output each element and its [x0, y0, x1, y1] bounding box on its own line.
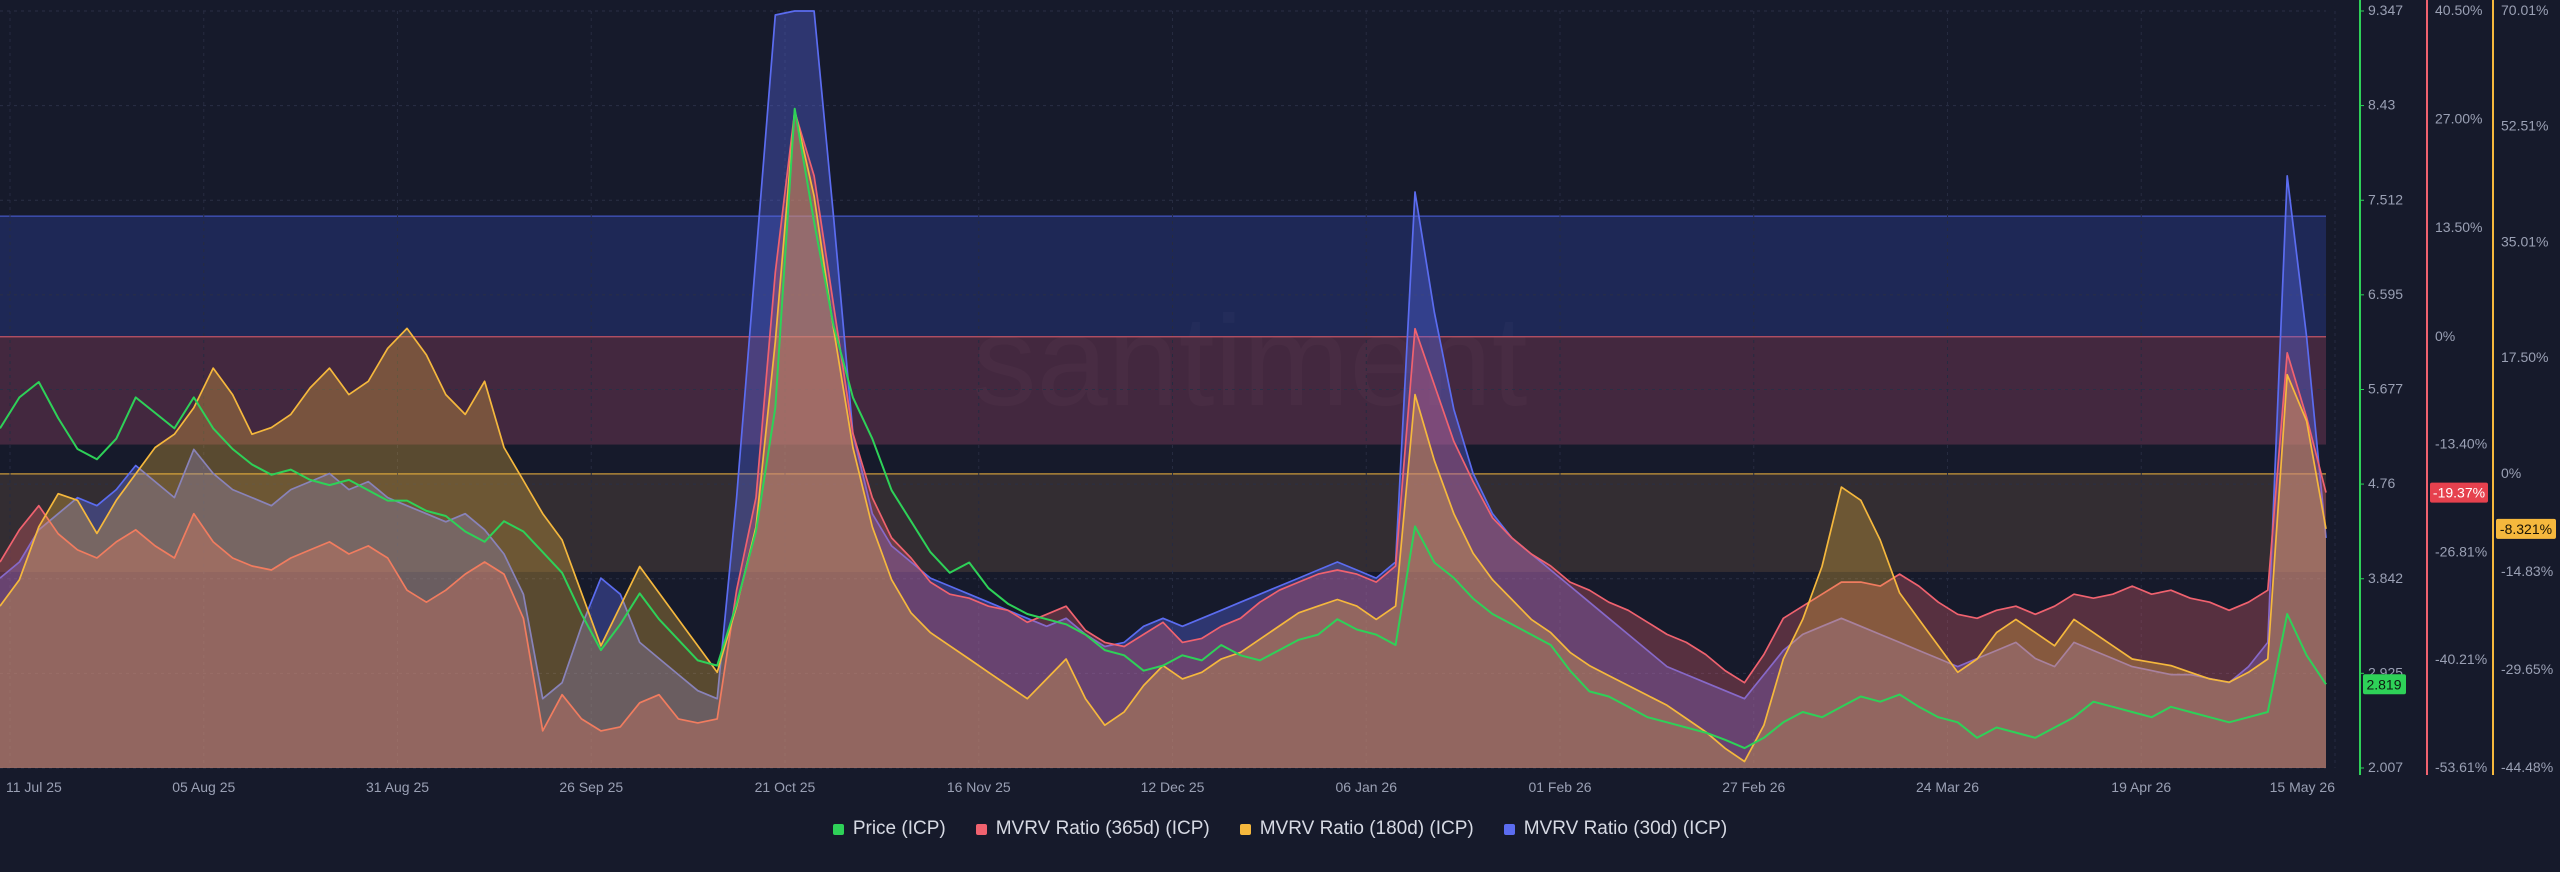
legend-item-mvrv-30d[interactable]: MVRV Ratio (30d) (ICP)	[1503, 818, 1728, 840]
chart-legend: Price (ICP) MVRV Ratio (365d) (ICP) MVRV…	[0, 818, 2560, 840]
x-tick-label: 15 May 26	[2270, 779, 2336, 795]
mvrv365-axis-label: -53.61%	[2435, 759, 2487, 775]
price-axis-label: 8.43	[2368, 97, 2395, 113]
legend-item-mvrv-180d[interactable]: MVRV Ratio (180d) (ICP)	[1239, 818, 1474, 840]
mvrv365-current-value: -19.37%	[2433, 485, 2485, 501]
price-axis-label: 6.595	[2368, 286, 2403, 302]
mvrv180-axis-label: -44.48%	[2501, 759, 2553, 775]
price-axis-label: 5.677	[2368, 381, 2403, 397]
mvrv180-axis-label: 35.01%	[2501, 233, 2548, 249]
x-tick-label: 01 Feb 26	[1528, 779, 1591, 795]
x-tick-label: 24 Mar 26	[1916, 779, 1979, 795]
mvrv180-axis-label: -14.83%	[2501, 563, 2553, 579]
mvrv365-axis-label: 40.50%	[2435, 2, 2482, 18]
x-tick-label: 16 Nov 25	[947, 779, 1011, 795]
legend-label-mvrv-365d: MVRV Ratio (365d) (ICP)	[995, 818, 1210, 839]
mvrv365-axis-label: 13.50%	[2435, 219, 2482, 235]
legend-label-mvrv-180d: MVRV Ratio (180d) (ICP)	[1259, 818, 1474, 839]
price-axis-label: 9.347	[2368, 2, 2403, 18]
x-tick-label: 27 Feb 26	[1722, 779, 1785, 795]
mvrv180-axis-label: -29.65%	[2501, 661, 2553, 677]
price-current-value: 2.819	[2366, 676, 2401, 692]
x-tick-label: 05 Aug 25	[172, 779, 235, 795]
legend-label-price: Price (ICP)	[852, 818, 946, 839]
legend-swatch-mvrv-365d	[975, 823, 987, 835]
mvrv365-axis-label: -13.40%	[2435, 436, 2487, 452]
mvrv365-axis-label: 0%	[2435, 328, 2455, 344]
legend-swatch-mvrv-30d	[1503, 823, 1515, 835]
x-tick-label: 19 Apr 26	[2111, 779, 2171, 795]
mvrv180-axis-label: 17.50%	[2501, 349, 2548, 365]
band-mvrv30	[0, 216, 2326, 337]
x-tick-label: 31 Aug 25	[366, 779, 429, 795]
x-tick-label: 06 Jan 26	[1336, 779, 1398, 795]
x-tick-label: 11 Jul 25	[6, 779, 62, 795]
price-axis-label: 3.842	[2368, 570, 2403, 586]
mvrv180-axis-label: 52.51%	[2501, 118, 2548, 134]
legend-swatch-mvrv-180d	[1239, 823, 1251, 835]
x-tick-label: 21 Oct 25	[755, 779, 816, 795]
mvrv365-axis-label: 27.00%	[2435, 111, 2482, 127]
price-axis-label: 4.76	[2368, 475, 2395, 491]
legend-label-mvrv-30d: MVRV Ratio (30d) (ICP)	[1523, 818, 1728, 839]
mvrv180-axis-label: 70.01%	[2501, 2, 2548, 18]
mvrv365-axis-label: -40.21%	[2435, 651, 2487, 667]
mvrv180-axis-label: 0%	[2501, 465, 2521, 481]
mvrv365-axis-label: -26.81%	[2435, 543, 2487, 559]
mvrv-price-chart: santiment 11 Jul 2505 Aug 2531 Aug 2526 …	[0, 0, 2556, 795]
legend-item-mvrv-365d[interactable]: MVRV Ratio (365d) (ICP)	[975, 818, 1210, 840]
legend-swatch-price	[832, 823, 844, 835]
price-axis-label: 2.007	[2368, 759, 2403, 775]
x-tick-label: 12 Dec 25	[1141, 779, 1205, 795]
price-axis-label: 7.512	[2368, 191, 2403, 207]
chart-area: santiment 11 Jul 2505 Aug 2531 Aug 2526 …	[0, 0, 2560, 867]
mvrv180-current-value: -8.321%	[2500, 521, 2552, 537]
x-tick-label: 26 Sep 25	[559, 779, 623, 795]
legend-item-price[interactable]: Price (ICP)	[832, 818, 946, 840]
